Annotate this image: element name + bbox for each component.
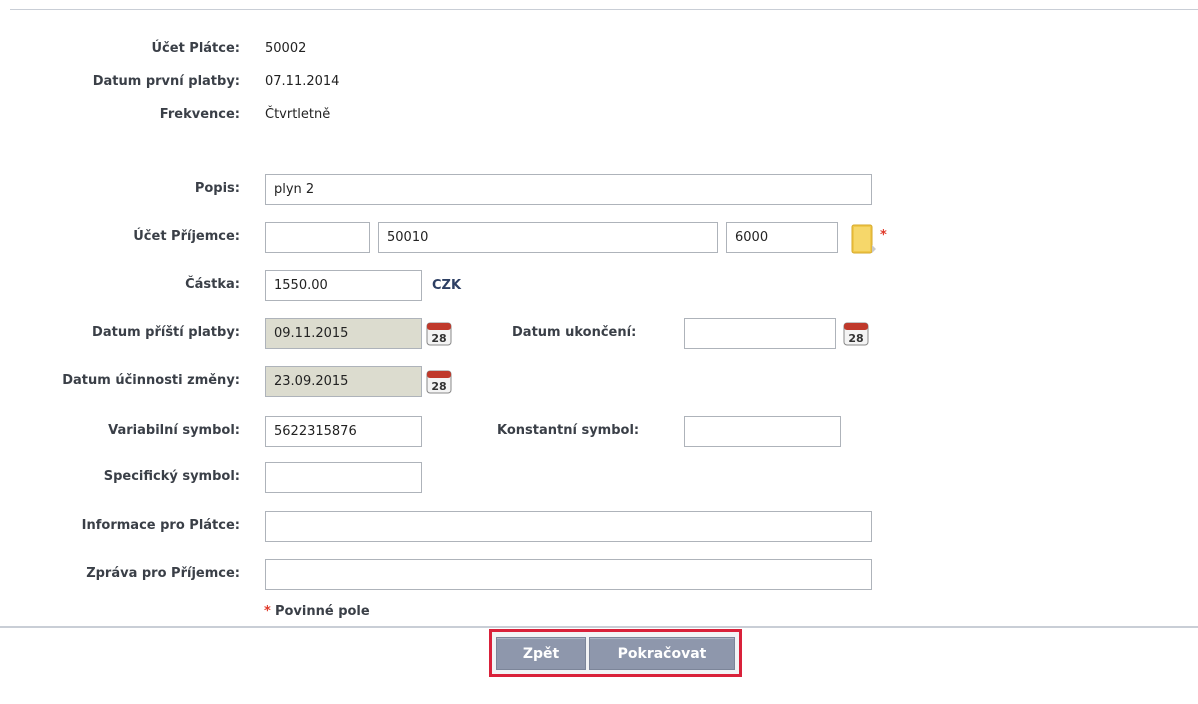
- payer-account-label: Účet Plátce:: [151, 41, 240, 56]
- end-date-label: Datum ukončení:: [512, 325, 637, 340]
- variable-symbol-input[interactable]: [265, 416, 422, 447]
- calendar-icon[interactable]: 28: [426, 320, 452, 346]
- recipient-bank-code-input[interactable]: [726, 222, 838, 253]
- end-date-input[interactable]: [684, 318, 836, 349]
- payer-info-input[interactable]: [265, 511, 872, 542]
- constant-symbol-input[interactable]: [684, 416, 841, 447]
- next-payment-date-input[interactable]: [265, 318, 422, 349]
- required-star: *: [880, 228, 887, 243]
- bottom-divider: [0, 626, 1198, 628]
- change-effective-date-input[interactable]: [265, 366, 422, 397]
- first-payment-value: 07.11.2014: [265, 74, 340, 89]
- first-payment-label: Datum první platby:: [92, 74, 240, 89]
- description-label: Popis:: [194, 181, 240, 196]
- currency-label: CZK: [432, 278, 462, 293]
- recipient-account-label: Účet Příjemce:: [133, 229, 240, 244]
- recipient-account-prefix-input[interactable]: [265, 222, 370, 253]
- top-divider: [10, 9, 1198, 10]
- amount-label: Částka:: [185, 277, 240, 292]
- recipient-account-number-input[interactable]: [378, 222, 718, 253]
- recipient-message-input[interactable]: [265, 559, 872, 590]
- required-note-text: Povinné pole: [274, 604, 370, 619]
- continue-button[interactable]: Pokračovat: [589, 637, 735, 670]
- frequency-value: Čtvrtletně: [265, 107, 331, 122]
- variable-symbol-label: Variabilní symbol:: [108, 423, 240, 438]
- back-button[interactable]: Zpět: [496, 637, 586, 670]
- description-input[interactable]: [265, 174, 872, 205]
- calendar-icon[interactable]: 28: [426, 368, 452, 394]
- required-star: *: [264, 604, 271, 619]
- calendar-icon[interactable]: 28: [843, 320, 869, 346]
- specific-symbol-input[interactable]: [265, 462, 422, 493]
- frequency-label: Frekvence:: [159, 107, 240, 122]
- payer-info-label: Informace pro Plátce:: [81, 518, 240, 533]
- constant-symbol-label: Konstantní symbol:: [497, 423, 640, 438]
- next-payment-label: Datum příští platby:: [92, 325, 240, 340]
- specific-symbol-label: Specifický symbol:: [103, 469, 240, 484]
- required-field-note: * Povinné pole: [264, 604, 370, 619]
- recipient-message-label: Zpráva pro Příjemce:: [86, 566, 240, 581]
- folder-icon[interactable]: [850, 223, 878, 255]
- svg-text:28: 28: [848, 332, 863, 345]
- svg-text:28: 28: [431, 332, 446, 345]
- payer-account-value: 50002: [265, 41, 307, 56]
- svg-text:28: 28: [431, 380, 446, 393]
- change-effective-date-label: Datum účinnosti změny:: [62, 373, 240, 388]
- amount-input[interactable]: [265, 270, 422, 301]
